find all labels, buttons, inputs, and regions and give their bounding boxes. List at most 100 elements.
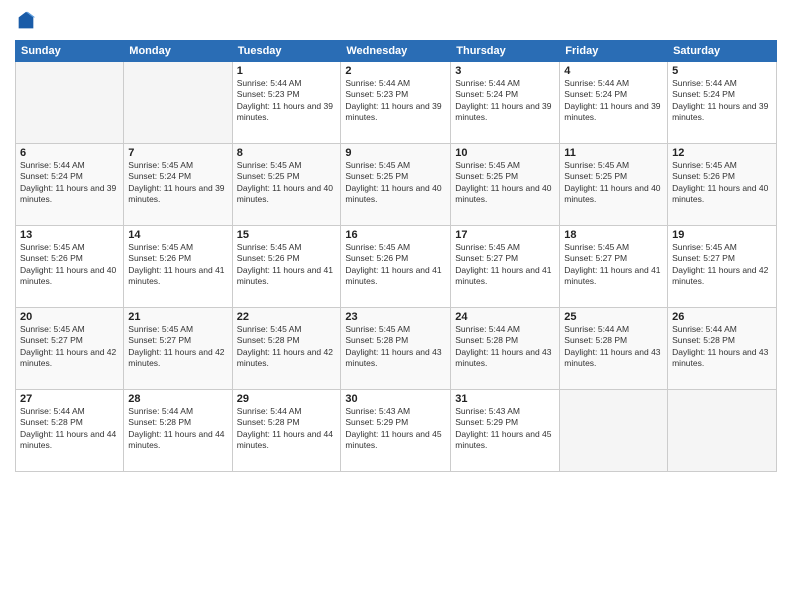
day-info: Sunrise: 5:45 AM Sunset: 5:27 PM Dayligh… <box>564 242 663 288</box>
day-info: Sunrise: 5:45 AM Sunset: 5:26 PM Dayligh… <box>345 242 446 288</box>
calendar-day-cell: 21Sunrise: 5:45 AM Sunset: 5:27 PM Dayli… <box>124 308 232 390</box>
calendar-week-row: 13Sunrise: 5:45 AM Sunset: 5:26 PM Dayli… <box>16 226 777 308</box>
day-number: 16 <box>345 229 446 241</box>
day-info: Sunrise: 5:45 AM Sunset: 5:27 PM Dayligh… <box>20 324 119 370</box>
day-number: 18 <box>564 229 663 241</box>
calendar-week-row: 6Sunrise: 5:44 AM Sunset: 5:24 PM Daylig… <box>16 144 777 226</box>
day-info: Sunrise: 5:44 AM Sunset: 5:24 PM Dayligh… <box>20 160 119 206</box>
day-number: 31 <box>455 393 555 405</box>
day-info: Sunrise: 5:44 AM Sunset: 5:24 PM Dayligh… <box>455 78 555 124</box>
calendar-day-cell: 23Sunrise: 5:45 AM Sunset: 5:28 PM Dayli… <box>341 308 451 390</box>
calendar-day-cell: 12Sunrise: 5:45 AM Sunset: 5:26 PM Dayli… <box>668 144 777 226</box>
day-info: Sunrise: 5:45 AM Sunset: 5:27 PM Dayligh… <box>455 242 555 288</box>
day-header-sunday: Sunday <box>16 41 124 62</box>
calendar-day-cell: 28Sunrise: 5:44 AM Sunset: 5:28 PM Dayli… <box>124 390 232 472</box>
day-number: 10 <box>455 147 555 159</box>
day-number: 7 <box>128 147 227 159</box>
calendar-day-cell: 27Sunrise: 5:44 AM Sunset: 5:28 PM Dayli… <box>16 390 124 472</box>
day-number: 28 <box>128 393 227 405</box>
day-number: 23 <box>345 311 446 323</box>
day-header-tuesday: Tuesday <box>232 41 341 62</box>
day-number: 3 <box>455 65 555 77</box>
day-header-saturday: Saturday <box>668 41 777 62</box>
calendar-day-cell: 15Sunrise: 5:45 AM Sunset: 5:26 PM Dayli… <box>232 226 341 308</box>
day-info: Sunrise: 5:44 AM Sunset: 5:24 PM Dayligh… <box>564 78 663 124</box>
calendar-day-cell <box>668 390 777 472</box>
calendar-day-cell: 31Sunrise: 5:43 AM Sunset: 5:29 PM Dayli… <box>451 390 560 472</box>
day-info: Sunrise: 5:45 AM Sunset: 5:26 PM Dayligh… <box>672 160 772 206</box>
day-info: Sunrise: 5:45 AM Sunset: 5:26 PM Dayligh… <box>20 242 119 288</box>
day-number: 2 <box>345 65 446 77</box>
day-info: Sunrise: 5:45 AM Sunset: 5:25 PM Dayligh… <box>237 160 337 206</box>
day-header-wednesday: Wednesday <box>341 41 451 62</box>
day-info: Sunrise: 5:44 AM Sunset: 5:24 PM Dayligh… <box>672 78 772 124</box>
calendar-day-cell: 2Sunrise: 5:44 AM Sunset: 5:23 PM Daylig… <box>341 62 451 144</box>
day-number: 27 <box>20 393 119 405</box>
day-info: Sunrise: 5:44 AM Sunset: 5:28 PM Dayligh… <box>564 324 663 370</box>
day-number: 4 <box>564 65 663 77</box>
day-number: 12 <box>672 147 772 159</box>
calendar-day-cell: 24Sunrise: 5:44 AM Sunset: 5:28 PM Dayli… <box>451 308 560 390</box>
header <box>15 10 777 32</box>
calendar-day-cell: 18Sunrise: 5:45 AM Sunset: 5:27 PM Dayli… <box>560 226 668 308</box>
day-number: 13 <box>20 229 119 241</box>
calendar-day-cell <box>16 62 124 144</box>
day-header-thursday: Thursday <box>451 41 560 62</box>
day-number: 6 <box>20 147 119 159</box>
day-number: 15 <box>237 229 337 241</box>
day-info: Sunrise: 5:45 AM Sunset: 5:27 PM Dayligh… <box>128 324 227 370</box>
day-info: Sunrise: 5:43 AM Sunset: 5:29 PM Dayligh… <box>345 406 446 452</box>
calendar-day-cell: 7Sunrise: 5:45 AM Sunset: 5:24 PM Daylig… <box>124 144 232 226</box>
day-info: Sunrise: 5:45 AM Sunset: 5:26 PM Dayligh… <box>128 242 227 288</box>
day-number: 17 <box>455 229 555 241</box>
day-number: 30 <box>345 393 446 405</box>
day-info: Sunrise: 5:45 AM Sunset: 5:27 PM Dayligh… <box>672 242 772 288</box>
day-header-monday: Monday <box>124 41 232 62</box>
day-info: Sunrise: 5:44 AM Sunset: 5:28 PM Dayligh… <box>455 324 555 370</box>
calendar-table: SundayMondayTuesdayWednesdayThursdayFrid… <box>15 40 777 472</box>
day-number: 14 <box>128 229 227 241</box>
calendar-day-cell: 22Sunrise: 5:45 AM Sunset: 5:28 PM Dayli… <box>232 308 341 390</box>
logo-icon <box>15 10 37 32</box>
day-info: Sunrise: 5:44 AM Sunset: 5:28 PM Dayligh… <box>20 406 119 452</box>
calendar-day-cell: 19Sunrise: 5:45 AM Sunset: 5:27 PM Dayli… <box>668 226 777 308</box>
calendar-day-cell: 11Sunrise: 5:45 AM Sunset: 5:25 PM Dayli… <box>560 144 668 226</box>
day-number: 5 <box>672 65 772 77</box>
day-info: Sunrise: 5:44 AM Sunset: 5:28 PM Dayligh… <box>672 324 772 370</box>
calendar-day-cell: 6Sunrise: 5:44 AM Sunset: 5:24 PM Daylig… <box>16 144 124 226</box>
calendar-day-cell: 14Sunrise: 5:45 AM Sunset: 5:26 PM Dayli… <box>124 226 232 308</box>
calendar-day-cell: 26Sunrise: 5:44 AM Sunset: 5:28 PM Dayli… <box>668 308 777 390</box>
calendar-day-cell: 10Sunrise: 5:45 AM Sunset: 5:25 PM Dayli… <box>451 144 560 226</box>
day-number: 11 <box>564 147 663 159</box>
calendar-day-cell: 3Sunrise: 5:44 AM Sunset: 5:24 PM Daylig… <box>451 62 560 144</box>
logo <box>15 10 41 32</box>
day-number: 25 <box>564 311 663 323</box>
day-info: Sunrise: 5:45 AM Sunset: 5:28 PM Dayligh… <box>345 324 446 370</box>
day-number: 1 <box>237 65 337 77</box>
day-info: Sunrise: 5:45 AM Sunset: 5:25 PM Dayligh… <box>455 160 555 206</box>
calendar-day-cell: 25Sunrise: 5:44 AM Sunset: 5:28 PM Dayli… <box>560 308 668 390</box>
day-header-friday: Friday <box>560 41 668 62</box>
day-number: 22 <box>237 311 337 323</box>
calendar-day-cell: 17Sunrise: 5:45 AM Sunset: 5:27 PM Dayli… <box>451 226 560 308</box>
day-number: 19 <box>672 229 772 241</box>
calendar-week-row: 20Sunrise: 5:45 AM Sunset: 5:27 PM Dayli… <box>16 308 777 390</box>
day-number: 21 <box>128 311 227 323</box>
calendar-week-row: 27Sunrise: 5:44 AM Sunset: 5:28 PM Dayli… <box>16 390 777 472</box>
day-info: Sunrise: 5:45 AM Sunset: 5:28 PM Dayligh… <box>237 324 337 370</box>
calendar-day-cell: 30Sunrise: 5:43 AM Sunset: 5:29 PM Dayli… <box>341 390 451 472</box>
calendar-day-cell <box>124 62 232 144</box>
calendar-day-cell: 13Sunrise: 5:45 AM Sunset: 5:26 PM Dayli… <box>16 226 124 308</box>
day-info: Sunrise: 5:45 AM Sunset: 5:24 PM Dayligh… <box>128 160 227 206</box>
calendar-week-row: 1 Sunrise: 5:44 AM Sunset: 5:23 PM Daylig… <box>16 62 777 144</box>
calendar-day-cell: 16Sunrise: 5:45 AM Sunset: 5:26 PM Dayli… <box>341 226 451 308</box>
calendar-day-cell: 20Sunrise: 5:45 AM Sunset: 5:27 PM Dayli… <box>16 308 124 390</box>
day-number: 29 <box>237 393 337 405</box>
calendar-day-cell: 4Sunrise: 5:44 AM Sunset: 5:24 PM Daylig… <box>560 62 668 144</box>
day-number: 24 <box>455 311 555 323</box>
day-info: Sunrise: 5:44 AM Sunset: 5:23 PM Dayligh… <box>345 78 446 124</box>
day-info: Sunrise: 5:44 AM Sunset: 5:28 PM Dayligh… <box>237 406 337 452</box>
day-info: Sunrise: 5:45 AM Sunset: 5:26 PM Dayligh… <box>237 242 337 288</box>
calendar-day-cell: 29Sunrise: 5:44 AM Sunset: 5:28 PM Dayli… <box>232 390 341 472</box>
calendar-day-cell: 9Sunrise: 5:45 AM Sunset: 5:25 PM Daylig… <box>341 144 451 226</box>
